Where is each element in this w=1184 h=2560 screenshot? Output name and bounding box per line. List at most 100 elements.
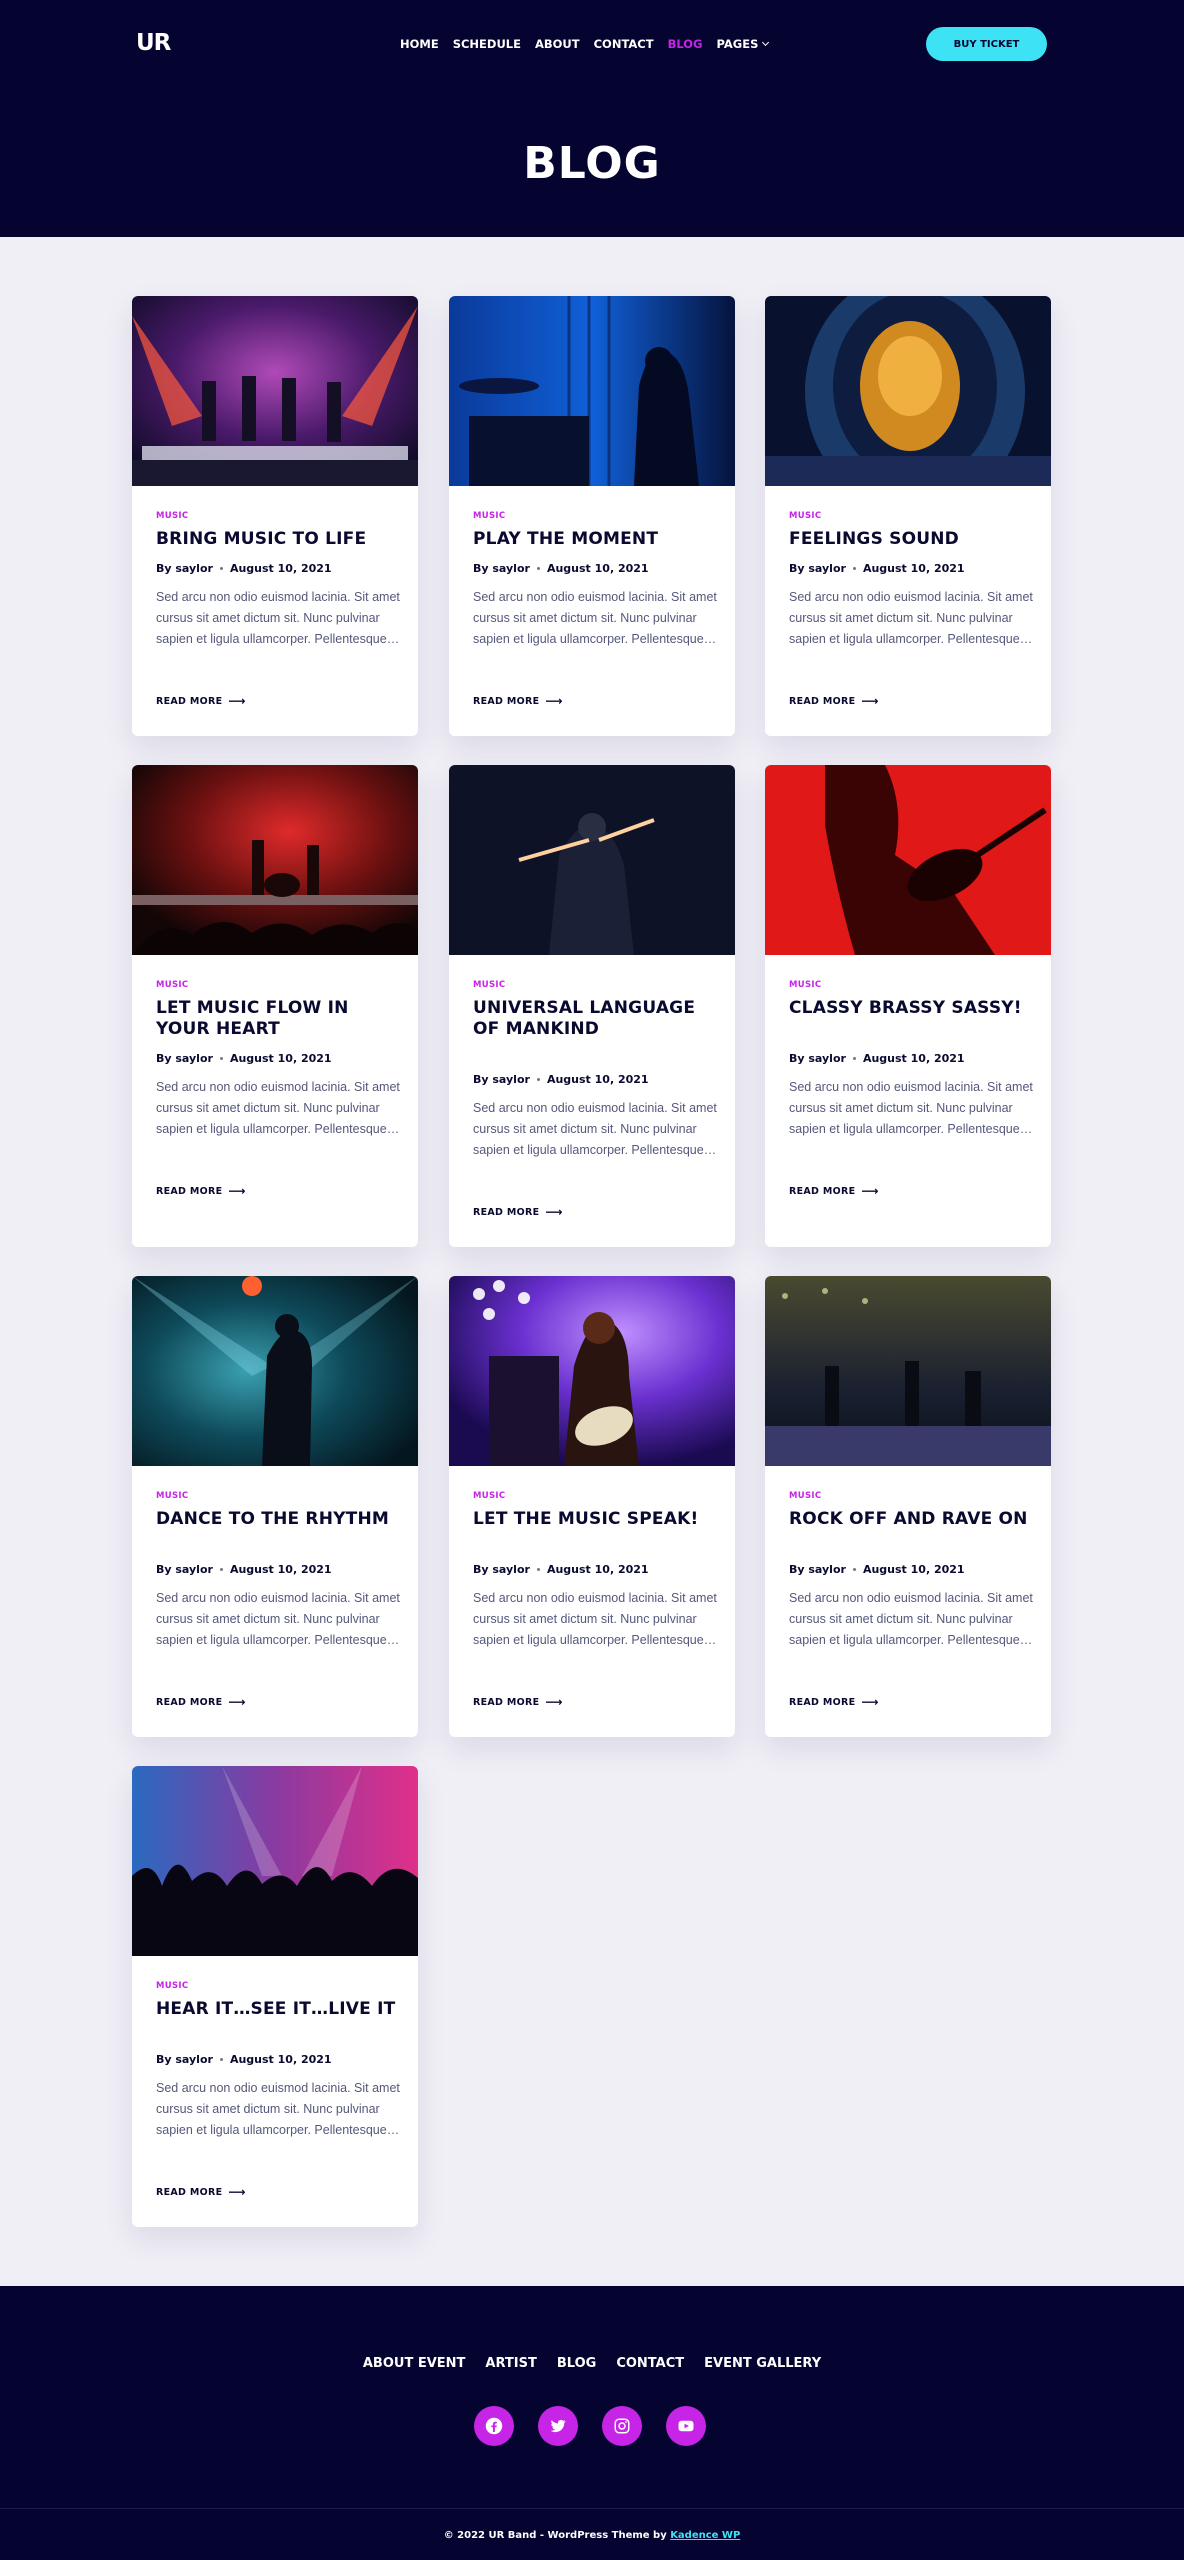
arrow-right-icon: ⟶ [545,1695,563,1709]
site-header: UR HOME SCHEDULE ABOUT CONTACT BLOG PAGE… [0,0,1184,237]
post-title[interactable]: LET THE MUSIC SPEAK! [473,1509,713,1530]
footer-nav: ABOUT EVENT ARTIST BLOG CONTACT EVENT GA… [0,2356,1184,2371]
post-card: MUSIC FEELINGS SOUND By saylor August 10,… [765,296,1051,736]
post-author[interactable]: By saylor [789,562,846,575]
read-more-link[interactable]: READ MORE ⟶ [156,2185,246,2199]
band-outdoor-stage-image [765,1276,1051,1466]
nav-pages[interactable]: PAGES [716,37,770,51]
post-category[interactable]: MUSIC [156,511,188,521]
post-title[interactable]: BRING MUSIC TO LIFE [156,529,396,550]
post-category[interactable]: MUSIC [473,980,505,990]
post-thumbnail[interactable] [449,765,735,955]
post-thumbnail[interactable] [132,765,418,955]
copyright: © 2022 UR Band - WordPress Theme by Kade… [0,2530,1184,2541]
post-title[interactable]: DANCE TO THE RHYTHM [156,1509,396,1530]
post-meta: By saylor August 10, 2021 [789,562,965,575]
post-thumbnail[interactable] [132,1276,418,1466]
post-category[interactable]: MUSIC [473,511,505,521]
post-title[interactable]: FEELINGS SOUND [789,529,1029,550]
read-more-link[interactable]: READ MORE ⟶ [156,1695,246,1709]
post-author[interactable]: By saylor [156,2053,213,2066]
post-category[interactable]: MUSIC [156,1981,188,1991]
read-more-link[interactable]: READ MORE ⟶ [156,1184,246,1198]
read-more-link[interactable]: READ MORE ⟶ [156,694,246,708]
post-title[interactable]: PLAY THE MOMENT [473,529,713,550]
post-thumbnail[interactable] [132,296,418,486]
post-title[interactable]: UNIVERSAL LANGUAGE OF MANKIND [473,998,713,1040]
post-meta: By saylor August 10, 2021 [789,1563,965,1576]
read-more-label: READ MORE [789,1696,856,1708]
footer-link-event-gallery[interactable]: EVENT GALLERY [704,2356,821,2371]
post-meta: By saylor August 10, 2021 [156,1563,332,1576]
post-author[interactable]: By saylor [473,562,530,575]
post-category[interactable]: MUSIC [156,980,188,990]
post-excerpt: Sed arcu non odio euismod lacinia. Sit a… [156,1591,400,1647]
post-thumbnail[interactable] [765,1276,1051,1466]
nav-blog[interactable]: BLOG [668,37,703,51]
nav-schedule[interactable]: SCHEDULE [453,37,521,51]
read-more-link[interactable]: READ MORE ⟶ [473,1695,563,1709]
post-author[interactable]: By saylor [789,1563,846,1576]
post-title[interactable]: ROCK OFF AND RAVE ON [789,1509,1029,1530]
post-author[interactable]: By saylor [156,1563,213,1576]
read-more-label: READ MORE [473,1696,540,1708]
post-thumbnail[interactable] [132,1766,418,1956]
red-guitarist-image [765,765,1051,955]
facebook-button[interactable] [474,2406,514,2446]
post-title[interactable]: LET MUSIC FLOW IN YOUR HEART [156,998,396,1040]
twitter-button[interactable] [538,2406,578,2446]
post-meta: By saylor August 10, 2021 [473,562,649,575]
post-author[interactable]: By saylor [473,1073,530,1086]
read-more-link[interactable]: READ MORE ⟶ [473,1205,563,1219]
read-more-link[interactable]: READ MORE ⟶ [789,1184,879,1198]
post-excerpt: Sed arcu non odio euismod lacinia. Sit a… [473,1591,717,1647]
post-excerpt: Sed arcu non odio euismod lacinia. Sit a… [789,1591,1033,1647]
read-more-label: READ MORE [156,2186,223,2198]
post-category[interactable]: MUSIC [789,511,821,521]
read-more-label: READ MORE [789,1185,856,1197]
read-more-link[interactable]: READ MORE ⟶ [789,694,879,708]
footer-link-contact[interactable]: CONTACT [616,2356,684,2371]
post-excerpt: Sed arcu non odio euismod lacinia. Sit a… [789,590,1033,646]
footer-link-about-event[interactable]: ABOUT EVENT [363,2356,466,2371]
post-author[interactable]: By saylor [156,1052,213,1065]
nav-pages-label: PAGES [716,37,759,51]
site-logo[interactable]: UR [136,30,171,56]
post-title[interactable]: HEAR IT…SEE IT…LIVE IT [156,1999,396,2020]
footer-link-blog[interactable]: BLOG [557,2356,596,2371]
drummer-blue-image [449,296,735,486]
post-thumbnail[interactable] [449,296,735,486]
nav-contact[interactable]: CONTACT [594,37,654,51]
post-date: August 10, 2021 [862,1052,965,1065]
post-author[interactable]: By saylor [473,1563,530,1576]
nav-home[interactable]: HOME [400,37,439,51]
post-author[interactable]: By saylor [156,562,213,575]
post-thumbnail[interactable] [765,765,1051,955]
post-author[interactable]: By saylor [789,1052,846,1065]
post-category[interactable]: MUSIC [789,1491,821,1501]
post-category[interactable]: MUSIC [156,1491,188,1501]
post-category[interactable]: MUSIC [789,980,821,990]
post-thumbnail[interactable] [449,1276,735,1466]
kadence-link[interactable]: Kadence WP [670,2530,740,2541]
youtube-button[interactable] [666,2406,706,2446]
footer-link-artist[interactable]: ARTIST [485,2356,536,2371]
instagram-icon [614,2418,630,2434]
post-category[interactable]: MUSIC [473,1491,505,1501]
post-meta: By saylor August 10, 2021 [156,562,332,575]
arrow-right-icon: ⟶ [861,1184,879,1198]
arrow-right-icon: ⟶ [228,1695,246,1709]
arrow-right-icon: ⟶ [228,2185,246,2199]
nav-about[interactable]: ABOUT [535,37,580,51]
read-more-link[interactable]: READ MORE ⟶ [473,694,563,708]
twitter-icon [550,2419,566,2433]
read-more-label: READ MORE [156,1185,223,1197]
post-title[interactable]: CLASSY BRASSY SASSY! [789,998,1029,1019]
read-more-link[interactable]: READ MORE ⟶ [789,1695,879,1709]
instagram-button[interactable] [602,2406,642,2446]
arrow-right-icon: ⟶ [861,694,879,708]
post-thumbnail[interactable] [765,296,1051,486]
buy-ticket-button[interactable]: BUY TICKET [926,27,1047,61]
red-stage-band-image [132,765,418,955]
astronaut-helmet-image [765,296,1051,486]
